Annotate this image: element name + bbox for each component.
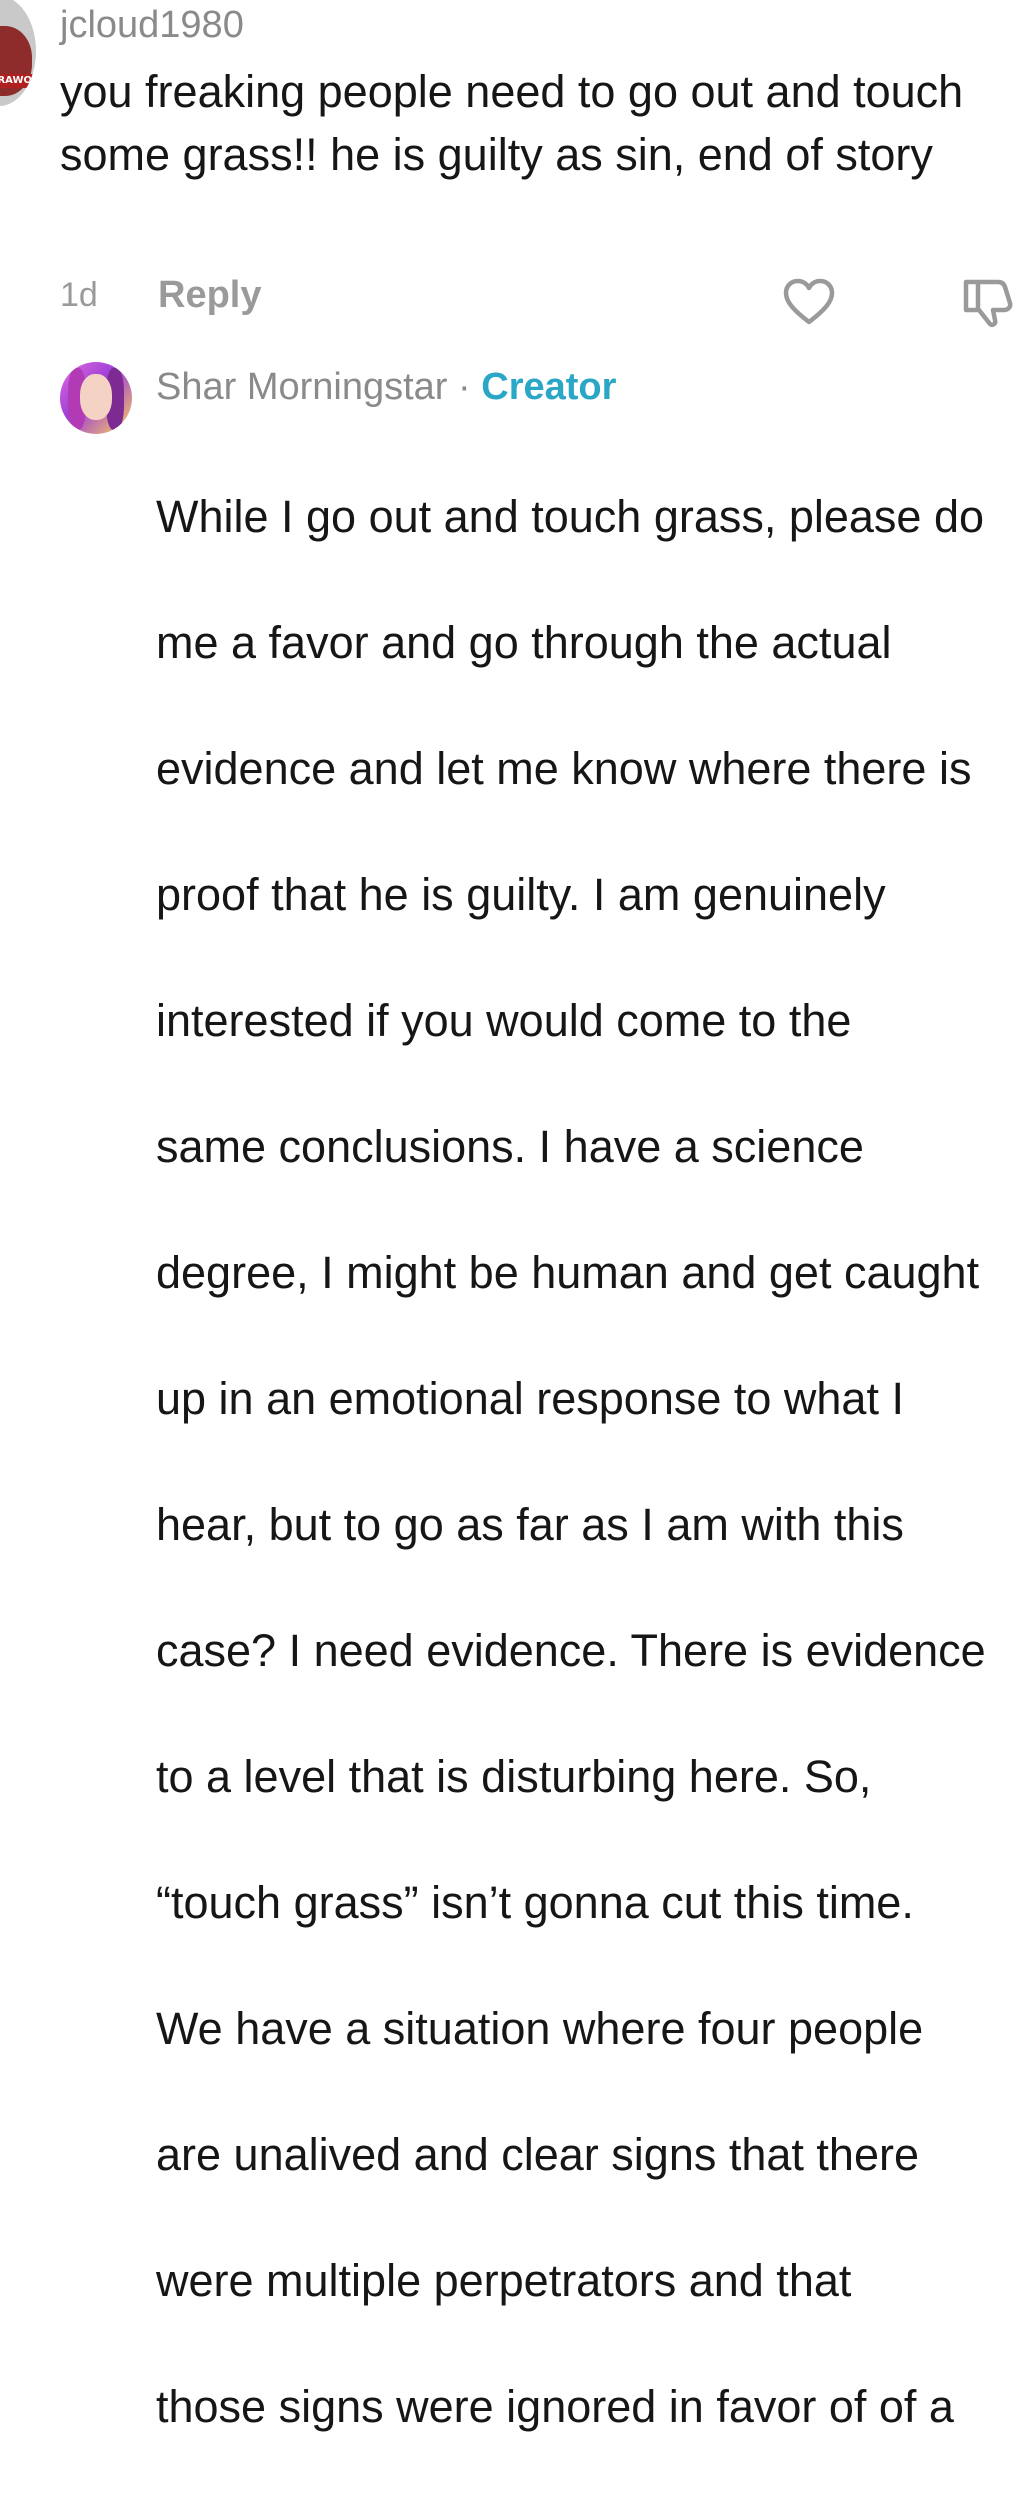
reply-text-line: same conclusions. I have a science xyxy=(156,1121,864,1172)
reply-username[interactable]: Shar Morningstar xyxy=(156,366,447,408)
heart-icon[interactable] xyxy=(782,278,836,326)
dislike-icon[interactable] xyxy=(960,276,1016,328)
reply-text-line: were multiple perpetrators and that xyxy=(156,2255,852,2306)
reply-text-line: me a favor and go through the actual xyxy=(156,617,892,668)
reply-text-line: “touch grass” isn’t gonna cut this time. xyxy=(156,1877,914,1928)
header-separator: · xyxy=(458,366,471,408)
reply-text-line: up in an emotional response to what I xyxy=(156,1373,904,1424)
reply-button[interactable]: Reply xyxy=(158,274,261,317)
reply-header: Shar Morningstar · Creator xyxy=(156,364,616,410)
comment-timestamp: 1d xyxy=(60,276,98,314)
comment-text: you freaking people need to go out and t… xyxy=(60,66,964,180)
reply-text-line: proof that he is guilty. I am genuinely xyxy=(156,869,886,920)
avatar-badge: RAWO xyxy=(0,74,36,88)
reply-text-line: case? I need evidence. There is evidence xyxy=(156,1625,986,1676)
comment-actions: 1d Reply xyxy=(0,270,1024,330)
reply-text: While I go out and touch grass, please d… xyxy=(156,422,1024,2501)
reply-text-line: to a level that is disturbing here. So, xyxy=(156,1751,872,1802)
reply-text-line: degree, I might be human and get caught xyxy=(156,1247,980,1298)
reply-text-line: are unalived and clear signs that there xyxy=(156,2129,919,2180)
reply-text-line: interested if you would come to the xyxy=(156,995,852,1046)
reply-text-line: those signs were ignored in favor of of … xyxy=(156,2381,954,2432)
reply-text-line: hear, but to go as far as I am with this xyxy=(156,1499,904,1550)
avatar-badge-text: RAWO xyxy=(0,75,32,86)
comment-username[interactable]: jcloud1980 xyxy=(60,2,244,48)
reply-text-line: While I go out and touch grass, please d… xyxy=(156,491,985,542)
creator-badge: Creator xyxy=(481,366,617,408)
reply-text-line: We have a situation where four people xyxy=(156,2003,924,2054)
reply-text-line: evidence and let me know where there is xyxy=(156,743,972,794)
avatar-face xyxy=(80,374,112,420)
avatar[interactable]: RAWO xyxy=(0,0,36,106)
avatar[interactable] xyxy=(60,362,132,434)
